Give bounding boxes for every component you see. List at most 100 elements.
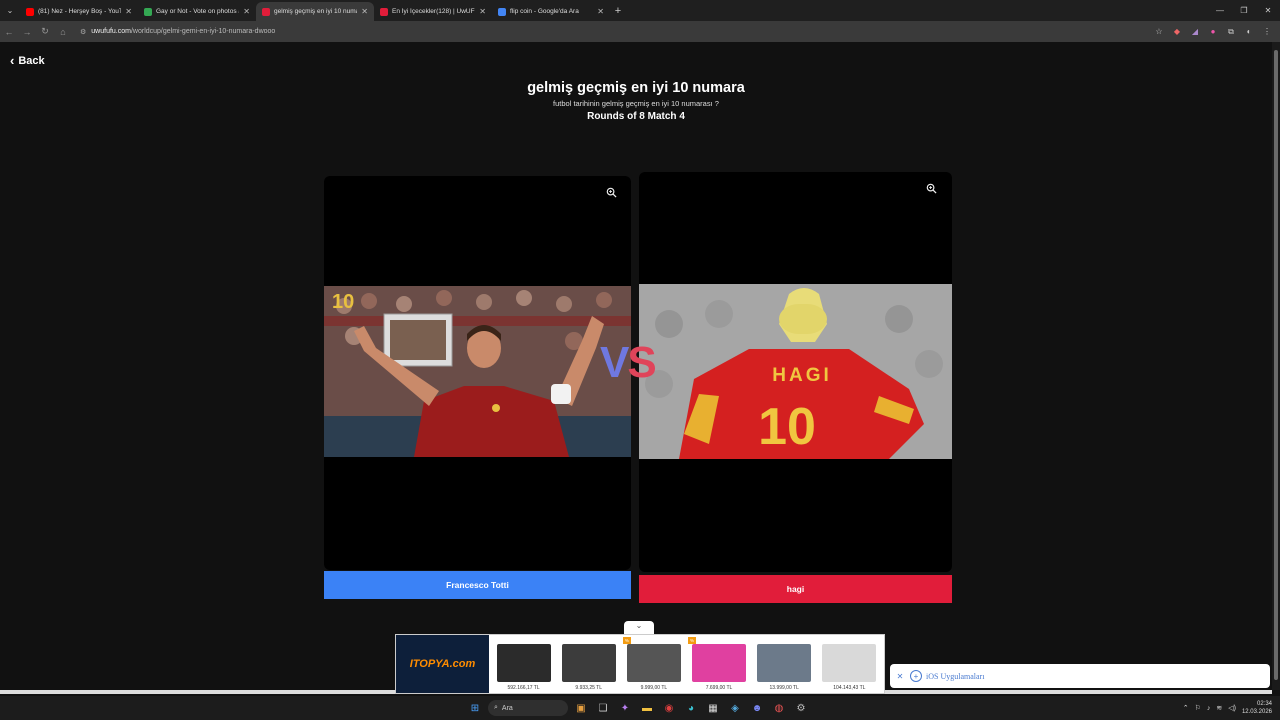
browser-tab[interactable]: gelmiş geçmiş en iyi 10 numara ✕ [256,2,374,21]
zoom-icon[interactable] [606,187,618,199]
right-candidate-card[interactable]: HAGI 10 [639,172,952,572]
round-indicator: Rounds of 8 Match 4 [587,111,685,122]
tab-close-icon[interactable]: ✕ [243,7,250,16]
settings-gear-icon[interactable]: ⚙ [792,699,810,717]
ios-apps-label: iOS Uygulamaları [926,671,985,681]
ad-product[interactable]: 13.999,00 TL [753,635,815,693]
store-icon[interactable]: ▦ [704,699,722,717]
zoom-icon[interactable] [926,183,938,195]
tab-search-icon[interactable]: ⌄ [0,0,20,21]
taskbar-search[interactable]: ⌕ Ara [488,700,568,716]
browser-tab[interactable]: En İyi İçecekler(128) | UwUFUFU ✕ [374,2,492,21]
versus-v: V [600,338,629,387]
vpn-icon[interactable]: ◈ [726,699,744,717]
menu-kebab-icon[interactable]: ⋮ [1260,25,1274,39]
minimize-icon[interactable]: — [1208,6,1232,15]
tab-favicon-icon [262,7,270,16]
reload-icon[interactable]: ↻ [36,26,54,37]
ad-product-price: 592.166,17 TL [507,685,540,691]
discount-badge: % [688,637,697,644]
address-bar: ← → ↻ ⌂ ⚙ uwufufu.com/worldcup/gelmi-gem… [0,21,1280,42]
browser-tab[interactable]: flip coin - Google'da Ara ✕ [492,2,610,21]
close-icon[interactable]: ✕ [890,672,910,681]
vertical-scrollbar-thumb[interactable] [1274,50,1278,680]
clock-time: 02:34 [1256,701,1272,707]
versus-s: S [627,338,656,387]
browser-tab[interactable]: (81) Nez - Herşey Boş - YouTube✕ [20,2,138,21]
site-info-icon[interactable]: ⚙ [80,28,86,36]
ad-product-image[interactable] [757,644,812,682]
ios-apps-toast[interactable]: ✕ + iOS Uygulamaları [890,664,1270,688]
ad-product-image[interactable] [822,644,877,682]
chrome-icon[interactable]: ◉ [660,699,678,717]
chevron-left-icon: ‹ [10,53,15,68]
right-jersey-name: HAGI [772,365,832,386]
network-icon[interactable]: ⚐ [1195,704,1201,712]
widgets-icon[interactable]: ▣ [572,699,590,717]
ad-product-image[interactable] [626,644,681,682]
clock[interactable]: 02:34 12.03.2026 [1242,700,1272,716]
taskbar-apps: ⊞ ⌕ Ara ▣ ❑ ✦ ▬ ◉ ◕ ▦ ◈ ☻ ◍ ⚙ [466,696,810,720]
tab-close-icon[interactable]: ✕ [479,7,486,16]
page-subtitle: futbol tarihinin gelmiş geçmiş en iyi 10… [553,99,719,108]
hagi-photo[interactable]: HAGI 10 [639,284,952,459]
left-candidate-card[interactable]: 10 [324,176,631,570]
chevron-up-icon[interactable]: ⌃ [1183,704,1189,712]
ad-logo[interactable]: ITOPYA.com [396,635,489,693]
volume-icon[interactable]: ◁) [1228,704,1236,712]
ad-product-price: 104.143,43 TL [833,685,866,691]
back-arrow-icon[interactable]: ← [0,27,18,37]
ad-product[interactable]: % 9.999,00 TL [622,635,685,693]
tab-close-icon[interactable]: ✕ [125,7,132,16]
file-explorer-icon[interactable]: ▬ [638,699,656,717]
versus-label: VS [600,338,657,388]
profile-icon[interactable]: ◐ [1242,25,1256,39]
extension-icon[interactable]: ◆ [1170,25,1184,39]
choose-right-button[interactable]: hagi [639,575,952,603]
tab-close-icon[interactable]: ✕ [597,7,604,16]
home-icon[interactable]: ⌂ [54,27,72,37]
tab-favicon-icon [26,7,34,16]
wifi-icon[interactable]: ≋ [1216,704,1222,712]
ad-product-image[interactable] [692,644,747,682]
extensions-puzzle-icon[interactable]: ⧉ [1224,25,1238,39]
left-jersey-number: 10 [332,291,354,313]
bookmark-star-icon[interactable]: ☆ [1152,25,1166,39]
copilot-icon[interactable]: ✦ [616,699,634,717]
new-tab-button[interactable]: + [610,5,626,17]
discord-icon[interactable]: ☻ [748,699,766,717]
edge-icon[interactable]: ◕ [682,699,700,717]
ad-product-image[interactable] [561,644,616,682]
plus-circle-icon: + [910,670,922,682]
francesco-totti-photo[interactable]: 10 [324,286,631,457]
ad-product-price: 9.933,25 TL [575,685,603,691]
microphone-icon[interactable]: ♪ [1207,705,1211,712]
ad-product-image[interactable] [496,644,551,682]
extension-icon[interactable]: ● [1206,25,1220,39]
browser-tab-bar: ⌄ (81) Nez - Herşey Boş - YouTube✕Gay or… [0,0,1280,21]
app-icon[interactable]: ◍ [770,699,788,717]
ad-product[interactable]: % 7.699,00 TL [688,635,750,693]
choose-left-button[interactable]: Francesco Totti [324,571,631,599]
url-path: /worldcup/gelmi-gemi-en-iyi-10-numara-dw… [130,28,276,35]
extension-icon[interactable]: ◢ [1188,25,1202,39]
tab-title: Gay or Not - Vote on photos and... [156,8,239,15]
close-window-icon[interactable]: ✕ [1256,6,1280,15]
url-field[interactable]: ⚙ uwufufu.com/worldcup/gelmi-gemi-en-iyi… [80,28,275,36]
task-view-icon[interactable]: ❑ [594,699,612,717]
collapse-ad-button[interactable]: ⌄ [624,621,654,635]
forward-arrow-icon[interactable]: → [18,27,36,37]
windows-start-icon[interactable]: ⊞ [466,699,484,717]
ad-product[interactable]: 9.933,25 TL [558,635,620,693]
extension-icons: ☆ ◆ ◢ ● ⧉ ◐ ⋮ [1152,21,1274,42]
window-controls: — ❐ ✕ [1208,0,1280,21]
browser-tab[interactable]: Gay or Not - Vote on photos and... ✕ [138,2,256,21]
restore-icon[interactable]: ❐ [1232,6,1256,15]
windows-taskbar: ⊞ ⌕ Ara ▣ ❑ ✦ ▬ ◉ ◕ ▦ ◈ ☻ ◍ ⚙ ⌃ ⚐ ♪ ≋ ◁)… [0,696,1280,720]
ad-product[interactable]: 592.166,17 TL [493,635,555,693]
back-button[interactable]: ‹ Back [10,53,45,68]
ad-banner[interactable]: ITOPYA.com 592.166,17 TL 9.933,25 TL % 9.99… [395,634,885,694]
tab-favicon-icon [144,7,152,16]
ad-product[interactable]: 104.143,43 TL [818,635,880,693]
tab-close-icon[interactable]: ✕ [361,7,368,16]
